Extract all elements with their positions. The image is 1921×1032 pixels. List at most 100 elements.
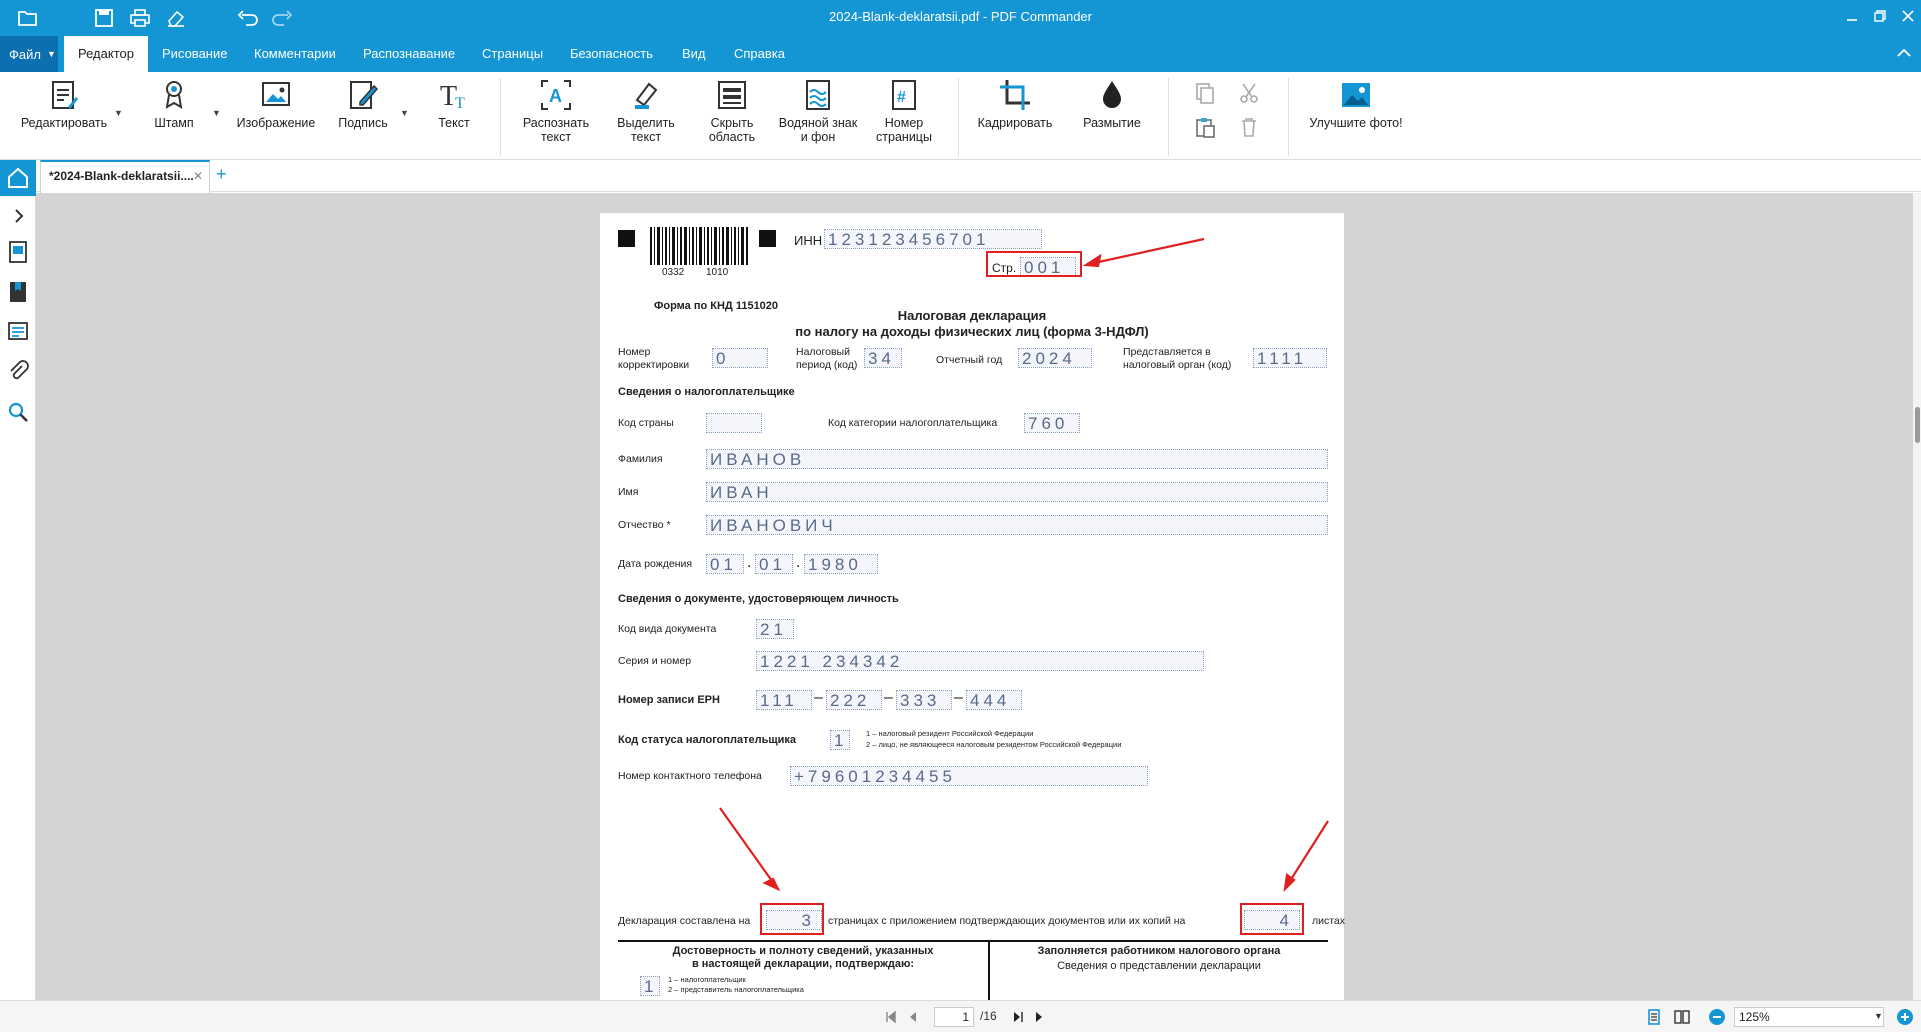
watermark-button[interactable]: Водяной знак и фон (772, 78, 864, 158)
enhance-photo-button[interactable]: Улучшите фото! (1306, 78, 1406, 158)
edit-dropdown-icon[interactable]: ▼ (114, 108, 123, 118)
home-icon (8, 167, 28, 188)
birth-year-field[interactable]: 1980 (804, 554, 878, 574)
ern-label: Номер записи ЕРН (618, 694, 720, 706)
phone-field[interactable]: +79601234455 (790, 766, 1148, 786)
patronymic-field[interactable]: ИВАНОВИЧ (706, 515, 1328, 535)
tab-pages[interactable]: Страницы (468, 36, 557, 72)
last-page-icon[interactable] (1032, 1010, 1046, 1024)
birth-day-field[interactable]: 01 (706, 554, 744, 574)
name-label: Имя (618, 486, 639, 498)
annotations-icon[interactable] (6, 320, 30, 344)
tab-help[interactable]: Справка (720, 36, 799, 72)
chevron-down-icon: ▼ (46, 49, 56, 59)
confirm-note-1: 1 – налогоплательщик (668, 975, 746, 984)
recognize-text-button[interactable]: A Распознать текст (516, 78, 596, 158)
tab-recognition[interactable]: Распознавание (349, 36, 469, 72)
text-button[interactable]: TT Текст (428, 78, 480, 158)
expand-panel-icon[interactable] (6, 204, 30, 228)
highlight-box-sheets (1240, 903, 1304, 935)
close-icon[interactable] (1894, 6, 1921, 30)
signature-dropdown-icon[interactable]: ▼ (400, 108, 409, 118)
status-code-field[interactable]: 1 (830, 730, 850, 750)
inn-field[interactable]: 123123456701 (824, 229, 1042, 249)
tab-comments[interactable]: Комментарии (240, 36, 350, 72)
restore-icon[interactable] (1866, 6, 1894, 30)
year-field[interactable]: 2024 (1018, 348, 1092, 368)
highlight-text-label-1: Выделить (617, 116, 675, 130)
status-code-label: Код статуса налогоплательщика (618, 734, 797, 746)
edit-button[interactable]: Редактировать (14, 78, 114, 158)
stamp-button[interactable]: Штамп (146, 78, 202, 158)
highlight-box-pages (760, 903, 824, 935)
zoom-in-icon[interactable] (1896, 1008, 1914, 1026)
country-field[interactable] (706, 413, 762, 433)
delete-icon[interactable] (1238, 116, 1260, 138)
period-field[interactable]: 34 (864, 348, 902, 368)
category-field[interactable]: 760 (1024, 413, 1080, 433)
copy-icon[interactable] (1194, 82, 1216, 104)
crop-button[interactable]: Кадрировать (972, 78, 1058, 158)
highlight-text-button[interactable]: Выделить текст (606, 78, 686, 158)
stamp-dropdown-icon[interactable]: ▼ (212, 108, 221, 118)
tab-editor[interactable]: Редактор (64, 36, 148, 72)
page-number-label-1: Номер (884, 116, 924, 130)
page-total: /16 (980, 1009, 997, 1023)
ern-field-4[interactable]: 444 (966, 690, 1022, 710)
document-tab[interactable]: *2024-Blank-deklaratsii.... ✕ (40, 160, 210, 193)
text-label: Текст (438, 116, 470, 130)
name-field[interactable]: ИВАН (706, 482, 1328, 502)
tab-security[interactable]: Безопасность (556, 36, 667, 72)
home-button[interactable] (0, 160, 36, 196)
barcode (650, 227, 748, 265)
page-number-input[interactable]: 1 (934, 1007, 974, 1027)
minimize-icon[interactable] (1838, 6, 1866, 30)
series-field[interactable]: 1221 234342 (756, 651, 1204, 671)
period-label-1: Налоговый (796, 346, 850, 358)
attachment-icon[interactable] (6, 360, 30, 384)
search-icon[interactable] (6, 400, 30, 424)
scrollbar-thumb[interactable] (1915, 407, 1920, 443)
prev-page-icon[interactable] (906, 1010, 920, 1024)
file-menu-button[interactable]: Файл ▼ (0, 36, 58, 72)
tab-view[interactable]: Вид (668, 36, 720, 72)
pdf-page: 0332 1010 ИНН 123123456701 Стр. 001 Форм… (600, 213, 1345, 1000)
page-number-label-2: страницы (876, 130, 932, 144)
doc-type-field[interactable]: 21 (756, 619, 794, 639)
signature-button[interactable]: Подпись (334, 78, 392, 158)
surname-field[interactable]: ИВАНОВ (706, 449, 1328, 469)
two-page-view-icon[interactable] (1674, 1009, 1690, 1025)
cut-icon[interactable] (1238, 82, 1260, 104)
birth-month-field[interactable]: 01 (755, 554, 793, 574)
zoom-select[interactable]: 125% (1734, 1007, 1884, 1027)
first-page-icon[interactable] (884, 1010, 898, 1024)
ern-field-2[interactable]: 222 (826, 690, 882, 710)
highlight-box-page (986, 251, 1082, 277)
thumbnails-icon[interactable] (6, 240, 30, 264)
declaration-title-1: Налоговая декларация (897, 308, 1047, 323)
zoom-dropdown-icon[interactable]: ▼ (1874, 1011, 1883, 1021)
single-page-view-icon[interactable] (1646, 1009, 1662, 1025)
blur-button[interactable]: Размытие (1074, 78, 1150, 158)
zoom-out-icon[interactable] (1708, 1008, 1726, 1026)
confirm-field[interactable]: 1 (640, 976, 660, 996)
page-number-button[interactable]: # Номер страницы (868, 78, 940, 158)
image-button[interactable]: Изображение (234, 78, 318, 158)
ern-dash: – (954, 689, 963, 706)
enhance-photo-icon (1342, 83, 1370, 107)
confirm-label-1: Достоверность и полноту сведений, указан… (672, 945, 934, 957)
collapse-ribbon-icon[interactable] (1897, 45, 1911, 61)
add-tab-icon[interactable]: + (216, 164, 227, 185)
hide-area-button[interactable]: Скрыть область (696, 78, 768, 158)
organ-field[interactable]: 1111 (1253, 348, 1327, 368)
vertical-scrollbar[interactable] (1913, 193, 1921, 1000)
close-tab-icon[interactable]: ✕ (193, 162, 203, 190)
ern-field-3[interactable]: 333 (896, 690, 952, 710)
correction-field[interactable]: 0 (712, 348, 768, 368)
paste-icon[interactable] (1194, 116, 1216, 138)
next-page-icon[interactable] (1010, 1010, 1024, 1024)
bookmarks-icon[interactable] (6, 280, 30, 304)
ern-field-1[interactable]: 111 (756, 690, 812, 710)
tab-drawing[interactable]: Рисование (148, 36, 241, 72)
period-label: Налоговый период (код) (796, 346, 857, 372)
